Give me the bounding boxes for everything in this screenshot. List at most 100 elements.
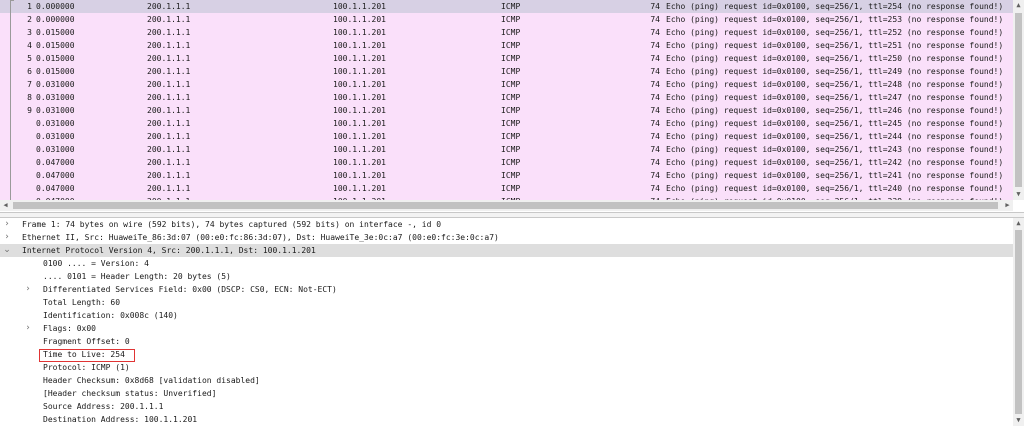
packet-info-cell: Echo (ping) request id=0x0100, seq=256/1… — [666, 158, 1004, 167]
ttl-annotation-box — [39, 349, 135, 362]
detail-tree-item[interactable]: Header Checksum: 0x8d68 [validation disa… — [0, 374, 1013, 387]
detail-tree-label: Fragment Offset: 0 — [43, 337, 130, 346]
detail-tree-item[interactable]: Protocol: ICMP (1) — [0, 361, 1013, 374]
packet-row[interactable]: 0.047000 200.1.1.1 100.1.1.201 ICMP 74 Echo (… — [0, 156, 1013, 169]
scrollbar-thumb[interactable] — [1015, 13, 1022, 187]
packet-no-cell: 5 — [27, 54, 32, 63]
packet-row[interactable]: 3 0.015000 200.1.1.1 100.1.1.201 ICMP 74 Echo … — [0, 26, 1013, 39]
chevron-right-icon[interactable]: › — [2, 218, 12, 231]
packet-row[interactable]: 6 0.015000 200.1.1.1 100.1.1.201 ICMP 74 Echo … — [0, 65, 1013, 78]
packet-time-cell: 0.031000 — [36, 80, 75, 89]
packet-proto-cell: ICMP — [501, 171, 521, 180]
detail-tree-item[interactable]: › Differentiated Services Field: 0x00 (DS… — [0, 283, 1013, 296]
packet-proto-cell: ICMP — [501, 145, 521, 154]
packet-len-cell: 74 — [650, 171, 660, 180]
detail-tree-label: Ethernet II, Src: HuaweiTe_86:3d:07 (00:… — [22, 233, 499, 242]
packet-len-cell: 74 — [650, 41, 660, 50]
packet-info-cell: Echo (ping) request id=0x0100, seq=256/1… — [666, 80, 1004, 89]
scroll-down-arrow-icon[interactable]: ▼ — [1013, 415, 1024, 426]
packet-dst-cell: 100.1.1.201 — [333, 132, 386, 141]
packet-dst-cell: 100.1.1.201 — [333, 158, 386, 167]
related-packets-bracket-start — [10, 0, 14, 1]
chevron-right-icon[interactable]: › — [23, 322, 33, 335]
detail-tree-item[interactable]: Total Length: 60 — [0, 296, 1013, 309]
detail-tree-item[interactable]: Time to Live: 254 — [0, 348, 1013, 361]
packet-row[interactable]: 0.047000 200.1.1.1 100.1.1.201 ICMP 74 Echo (… — [0, 169, 1013, 182]
scroll-up-arrow-icon[interactable]: ▲ — [1013, 0, 1024, 11]
packet-row[interactable]: 0.031000 200.1.1.1 100.1.1.201 ICMP 74 Echo (… — [0, 143, 1013, 156]
detail-tree-item[interactable]: ⌄ Internet Protocol Version 4, Src: 200.1… — [0, 244, 1013, 257]
packet-list-pane: 1 0.000000 200.1.1.1 100.1.1.201 ICMP 74 Echo … — [0, 0, 1024, 213]
detail-tree-label: [Header checksum status: Unverified] — [43, 389, 217, 398]
packet-dst-cell: 100.1.1.201 — [333, 80, 386, 89]
packet-src-cell: 200.1.1.1 — [147, 145, 191, 154]
packet-list-horizontal-scrollbar[interactable]: ◀ ▶ — [0, 200, 1013, 211]
packet-list-vertical-scrollbar[interactable]: ▲ ▼ — [1013, 0, 1024, 200]
detail-tree-item[interactable]: › Frame 1: 74 bytes on wire (592 bits), 7… — [0, 218, 1013, 231]
packet-row[interactable]: 0.047000 200.1.1.1 100.1.1.201 ICMP 74 Echo (… — [0, 182, 1013, 195]
detail-tree-label: Destination Address: 100.1.1.201 — [43, 415, 198, 424]
packet-time-cell: 0.031000 — [36, 93, 75, 102]
scroll-right-arrow-icon[interactable]: ▶ — [1002, 200, 1013, 211]
detail-tree-label: Total Length: 60 — [43, 298, 121, 307]
packet-time-cell: 0.031000 — [36, 145, 75, 154]
chevron-right-icon[interactable]: › — [23, 283, 33, 296]
related-packets-bracket — [10, 0, 11, 200]
chevron-right-icon[interactable]: › — [2, 231, 12, 244]
detail-tree-label: 0100 .... = Version: 4 — [43, 259, 149, 268]
packet-dst-cell: 100.1.1.201 — [333, 106, 386, 115]
packet-src-cell: 200.1.1.1 — [147, 67, 191, 76]
packet-info-cell: Echo (ping) request id=0x0100, seq=256/1… — [666, 28, 1004, 37]
packet-proto-cell: ICMP — [501, 28, 521, 37]
packet-proto-cell: ICMP — [501, 106, 521, 115]
packet-row[interactable]: 2 0.000000 200.1.1.1 100.1.1.201 ICMP 74 Echo … — [0, 13, 1013, 26]
chevron-down-icon[interactable]: ⌄ — [2, 244, 12, 257]
detail-tree-item[interactable]: › Ethernet II, Src: HuaweiTe_86:3d:07 (00… — [0, 231, 1013, 244]
scroll-up-arrow-icon[interactable]: ▲ — [1013, 218, 1024, 229]
packet-len-cell: 74 — [650, 184, 660, 193]
packet-row[interactable]: 5 0.015000 200.1.1.1 100.1.1.201 ICMP 74 Echo … — [0, 52, 1013, 65]
packet-src-cell: 200.1.1.1 — [147, 80, 191, 89]
packet-row[interactable]: 4 0.015000 200.1.1.1 100.1.1.201 ICMP 74 Echo … — [0, 39, 1013, 52]
packet-info-cell: Echo (ping) request id=0x0100, seq=256/1… — [666, 145, 1004, 154]
packet-proto-cell: ICMP — [501, 93, 521, 102]
packet-no-cell: 1 — [27, 2, 32, 11]
scroll-left-arrow-icon[interactable]: ◀ — [0, 200, 11, 211]
packet-info-cell: Echo (ping) request id=0x0100, seq=256/1… — [666, 132, 1004, 141]
detail-tree-item[interactable]: Fragment Offset: 0 — [0, 335, 1013, 348]
detail-tree-item[interactable]: Identification: 0x008c (140) — [0, 309, 1013, 322]
packet-dst-cell: 100.1.1.201 — [333, 171, 386, 180]
packet-no-cell: 7 — [27, 80, 32, 89]
detail-tree-item[interactable]: 0100 .... = Version: 4 — [0, 257, 1013, 270]
packet-row[interactable]: 7 0.031000 200.1.1.1 100.1.1.201 ICMP 74 Echo … — [0, 78, 1013, 91]
packet-src-cell: 200.1.1.1 — [147, 106, 191, 115]
packet-src-cell: 200.1.1.1 — [147, 41, 191, 50]
scroll-down-arrow-icon[interactable]: ▼ — [1013, 189, 1024, 200]
packet-time-cell: 0.047000 — [36, 158, 75, 167]
detail-tree-label: Differentiated Services Field: 0x00 (DSC… — [43, 285, 337, 294]
packet-len-cell: 74 — [650, 80, 660, 89]
detail-tree-item[interactable]: [Header checksum status: Unverified] — [0, 387, 1013, 400]
detail-tree-label: Flags: 0x00 — [43, 324, 96, 333]
packet-row[interactable]: 0.031000 200.1.1.1 100.1.1.201 ICMP 74 Echo (… — [0, 117, 1013, 130]
detail-tree-item[interactable]: Destination Address: 100.1.1.201 — [0, 413, 1013, 426]
detail-tree-item[interactable]: Source Address: 200.1.1.1 — [0, 400, 1013, 413]
scrollbar-thumb[interactable] — [1015, 230, 1022, 414]
packet-time-cell: 0.031000 — [36, 132, 75, 141]
detail-tree-item[interactable]: › Flags: 0x00 — [0, 322, 1013, 335]
packet-info-cell: Echo (ping) request id=0x0100, seq=256/1… — [666, 119, 1004, 128]
detail-tree-item[interactable]: .... 0101 = Header Length: 20 bytes (5) — [0, 270, 1013, 283]
packet-list: 1 0.000000 200.1.1.1 100.1.1.201 ICMP 74 Echo … — [0, 0, 1013, 200]
packet-src-cell: 200.1.1.1 — [147, 28, 191, 37]
packet-row[interactable]: 1 0.000000 200.1.1.1 100.1.1.201 ICMP 74 Echo … — [0, 0, 1013, 13]
packet-src-cell: 200.1.1.1 — [147, 54, 191, 63]
packet-len-cell: 74 — [650, 145, 660, 154]
packet-proto-cell: ICMP — [501, 80, 521, 89]
packet-row[interactable]: 0.031000 200.1.1.1 100.1.1.201 ICMP 74 Echo (… — [0, 130, 1013, 143]
packet-dst-cell: 100.1.1.201 — [333, 15, 386, 24]
packet-dst-cell: 100.1.1.201 — [333, 28, 386, 37]
scrollbar-thumb[interactable] — [13, 202, 998, 209]
packet-details-vertical-scrollbar[interactable]: ▲ ▼ — [1013, 218, 1024, 426]
packet-row[interactable]: 9 0.031000 200.1.1.1 100.1.1.201 ICMP 74 Echo … — [0, 104, 1013, 117]
packet-row[interactable]: 8 0.031000 200.1.1.1 100.1.1.201 ICMP 74 Echo … — [0, 91, 1013, 104]
